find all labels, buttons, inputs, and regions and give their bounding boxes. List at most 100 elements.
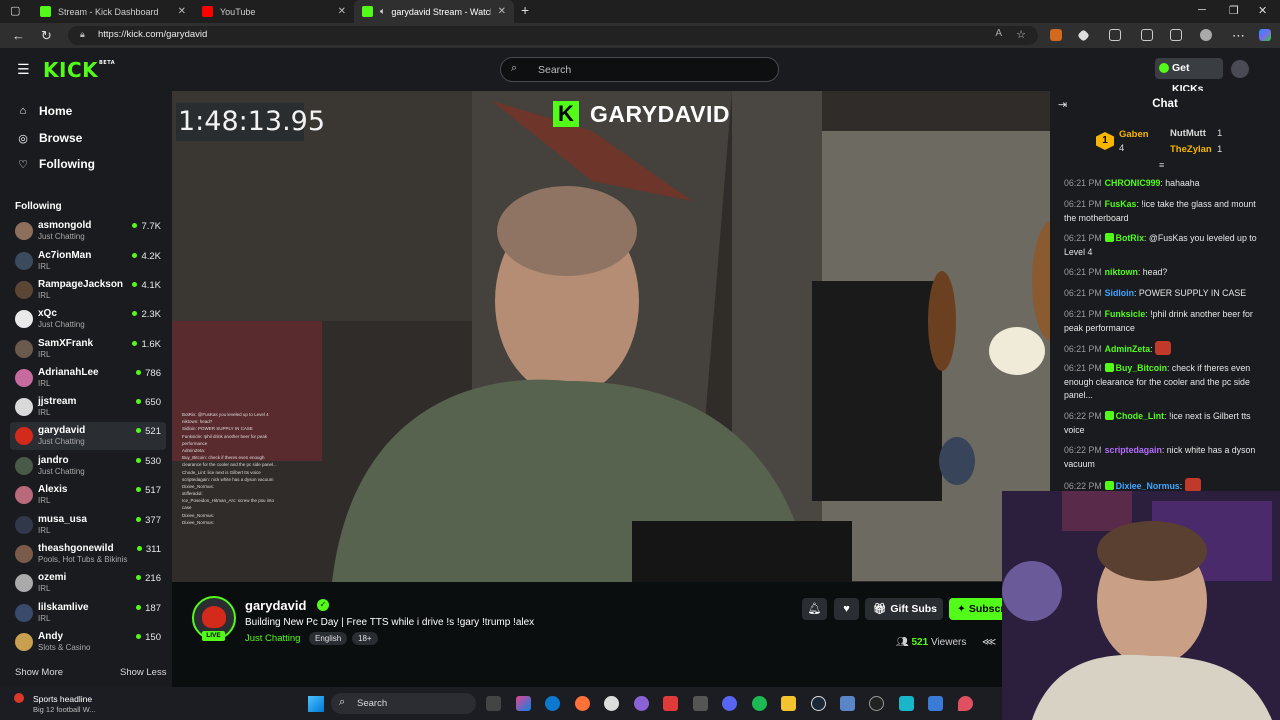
chat-message[interactable]: 06:21 PM niktown: head? (1064, 266, 1268, 280)
windows-start-icon[interactable] (308, 696, 324, 712)
subscribe-button[interactable]: ✦Subscribe (949, 598, 1009, 620)
read-aloud-icon[interactable]: A (995, 28, 1002, 39)
chat-username[interactable]: Funksicle (1105, 309, 1146, 319)
following-item[interactable]: jjstream IRL 650 (10, 393, 166, 421)
file-explorer-icon[interactable] (781, 696, 796, 711)
chat-message[interactable]: 06:21 PM AdminZeta: (1064, 341, 1268, 357)
follow-heart-button[interactable]: ♥ (834, 598, 859, 620)
browser-essentials-icon[interactable] (1170, 29, 1182, 41)
task-view-icon[interactable] (486, 696, 501, 711)
tag-language[interactable]: English (309, 632, 348, 645)
chat-message[interactable]: 06:22 PM scriptedagain: nick white has a … (1064, 444, 1268, 471)
extension-icon[interactable] (1050, 29, 1062, 41)
chat-username[interactable]: BotRix (1116, 233, 1144, 243)
chat-username[interactable]: CHRONIC999 (1105, 178, 1161, 188)
hamburger-menu-icon[interactable]: ☰ (17, 61, 30, 78)
collections-icon[interactable] (1141, 29, 1153, 41)
more-menu-icon[interactable]: ⋯ (1232, 28, 1245, 44)
chat-username[interactable]: niktown (1105, 267, 1138, 277)
following-item[interactable]: jandro Just Chatting 530 (10, 452, 166, 480)
close-tab-icon[interactable]: ✕ (498, 6, 506, 17)
spotify-icon[interactable] (752, 696, 767, 711)
close-tab-icon[interactable]: ✕ (178, 6, 186, 17)
news-widget-subtitle[interactable]: Big 12 football W... (33, 705, 96, 714)
channel-name[interactable]: garydavid (245, 598, 306, 613)
music-icon[interactable] (693, 696, 708, 711)
gift-subs-button[interactable]: 🎁︎ Gift Subs (865, 598, 943, 620)
app-icon[interactable] (899, 696, 914, 711)
browser-tab-3[interactable]: 🔈︎ garydavid Stream - Watch Li ✕ (354, 0, 514, 23)
minimize-icon[interactable]: ─ (1198, 4, 1206, 16)
chat-username[interactable]: scriptedagain (1105, 445, 1162, 455)
following-item[interactable]: garydavid Just Chatting 521 (10, 422, 166, 450)
restore-icon[interactable]: ❐ (1229, 4, 1239, 17)
app-icon[interactable] (634, 696, 649, 711)
sidebar-item-home[interactable]: ⌂ Home (16, 104, 73, 118)
app-icon[interactable] (840, 696, 855, 711)
lock-icon[interactable]: 🔒︎ (80, 29, 85, 40)
browser-tab-2[interactable]: YouTube ✕ (194, 0, 354, 23)
chat-message[interactable]: 06:21 PM Buy_Bitcoin: check if theres eve… (1064, 362, 1268, 403)
obs-icon[interactable] (604, 696, 619, 711)
copilot-icon[interactable] (516, 696, 531, 711)
expand-gifters-icon[interactable]: ≡ (1159, 160, 1164, 170)
profile-avatar[interactable] (1200, 29, 1212, 41)
discord-icon[interactable] (722, 696, 737, 711)
back-icon[interactable]: ← (12, 28, 25, 43)
following-item[interactable]: ozemi IRL 216 (10, 569, 166, 597)
following-item[interactable]: Ac7ionMan IRL 4.2K (10, 247, 166, 275)
kick-logo[interactable]: KICK BETA (43, 58, 115, 82)
share-icon[interactable]: ⋘ (982, 637, 996, 648)
favorite-star-icon[interactable]: ☆ (1016, 28, 1026, 41)
tag-mature[interactable]: 18+ (352, 632, 378, 645)
chat-username[interactable]: AdminZeta (1105, 344, 1150, 354)
maps-pin-icon[interactable] (958, 696, 973, 711)
following-item[interactable]: xQc Just Chatting 2.3K (10, 305, 166, 333)
video-player[interactable]: 1:48:13.95 K GARYDAVID BotRix: @FusKas y… (172, 91, 1050, 582)
speaker-icon[interactable]: 🔈︎ (380, 6, 385, 17)
app-icon[interactable] (663, 696, 678, 711)
get-kicks-button[interactable]: Get KICKs (1155, 58, 1223, 95)
notification-bell-button[interactable]: 🔔︎ (802, 598, 827, 620)
address-bar[interactable]: 🔒︎ https://kick.com/garydavid A ☆ (68, 26, 1038, 45)
new-tab-button[interactable]: + (521, 2, 529, 18)
close-window-icon[interactable]: ✕ (1258, 4, 1267, 17)
chat-message[interactable]: 06:21 PM Sidloin: POWER SUPPLY IN CASE (1064, 287, 1268, 301)
search-input[interactable]: ⌕ Search (500, 57, 779, 82)
extensions-puzzle-icon[interactable] (1109, 29, 1121, 41)
refresh-icon[interactable]: ↻ (41, 28, 52, 44)
sidebar-toggle-icon[interactable]: ▢ (10, 4, 20, 17)
show-more-button[interactable]: Show More (15, 667, 63, 678)
chat-username[interactable]: Sidloin (1105, 288, 1134, 298)
stream-category-link[interactable]: Just Chatting (245, 633, 300, 644)
chat-message[interactable]: 06:21 PM Funksicle: !phil drink another b… (1064, 308, 1268, 335)
user-avatar[interactable] (1231, 60, 1249, 78)
chat-message[interactable]: 06:21 PM FusKas: !ice take the glass and … (1064, 198, 1268, 225)
top-gifter-name[interactable]: Gaben (1119, 129, 1149, 140)
following-item[interactable]: SamXFrank IRL 1.6K (10, 335, 166, 363)
sidebar-item-following[interactable]: ♡ Following (16, 157, 95, 171)
chat-username[interactable]: Chode_Lint (1116, 411, 1164, 421)
firefox-icon[interactable] (575, 696, 590, 711)
chat-message[interactable]: 06:21 PM BotRix: @FusKas you leveled up t… (1064, 232, 1268, 259)
browser-tab-1[interactable]: Stream - Kick Dashboard ✕ (32, 0, 194, 23)
close-tab-icon[interactable]: ✕ (338, 6, 346, 17)
following-item[interactable]: Alexis IRL 517 (10, 481, 166, 509)
top-gifter-name[interactable]: NutMutt (1170, 128, 1206, 139)
chat-username[interactable]: Buy_Bitcoin (1116, 363, 1167, 373)
url-text[interactable]: https://kick.com/garydavid (98, 29, 207, 40)
following-item[interactable]: musa_usa IRL 377 (10, 511, 166, 539)
extension-icon[interactable] (1077, 29, 1090, 42)
app-icon[interactable] (869, 696, 884, 711)
following-item[interactable]: RampageJackson IRL 4.1K (10, 276, 166, 304)
top-gifter-name[interactable]: TheZylan (1170, 144, 1212, 155)
following-item[interactable]: theashgonewild Pools, Hot Tubs & Bikinis 3… (10, 540, 166, 568)
edge-icon[interactable] (545, 696, 560, 711)
following-item[interactable]: lilskamlive IRL 187 (10, 599, 166, 627)
chat-username[interactable]: FusKas (1105, 199, 1137, 209)
copilot-icon[interactable] (1259, 29, 1271, 41)
chat-message[interactable]: 06:22 PM Chode_Lint: !ice next is Gilbert… (1064, 410, 1268, 437)
steam-icon[interactable] (811, 696, 826, 711)
taskbar-search[interactable]: ⌕ Search (331, 693, 476, 714)
following-item[interactable]: AdrianahLee IRL 786 (10, 364, 166, 392)
